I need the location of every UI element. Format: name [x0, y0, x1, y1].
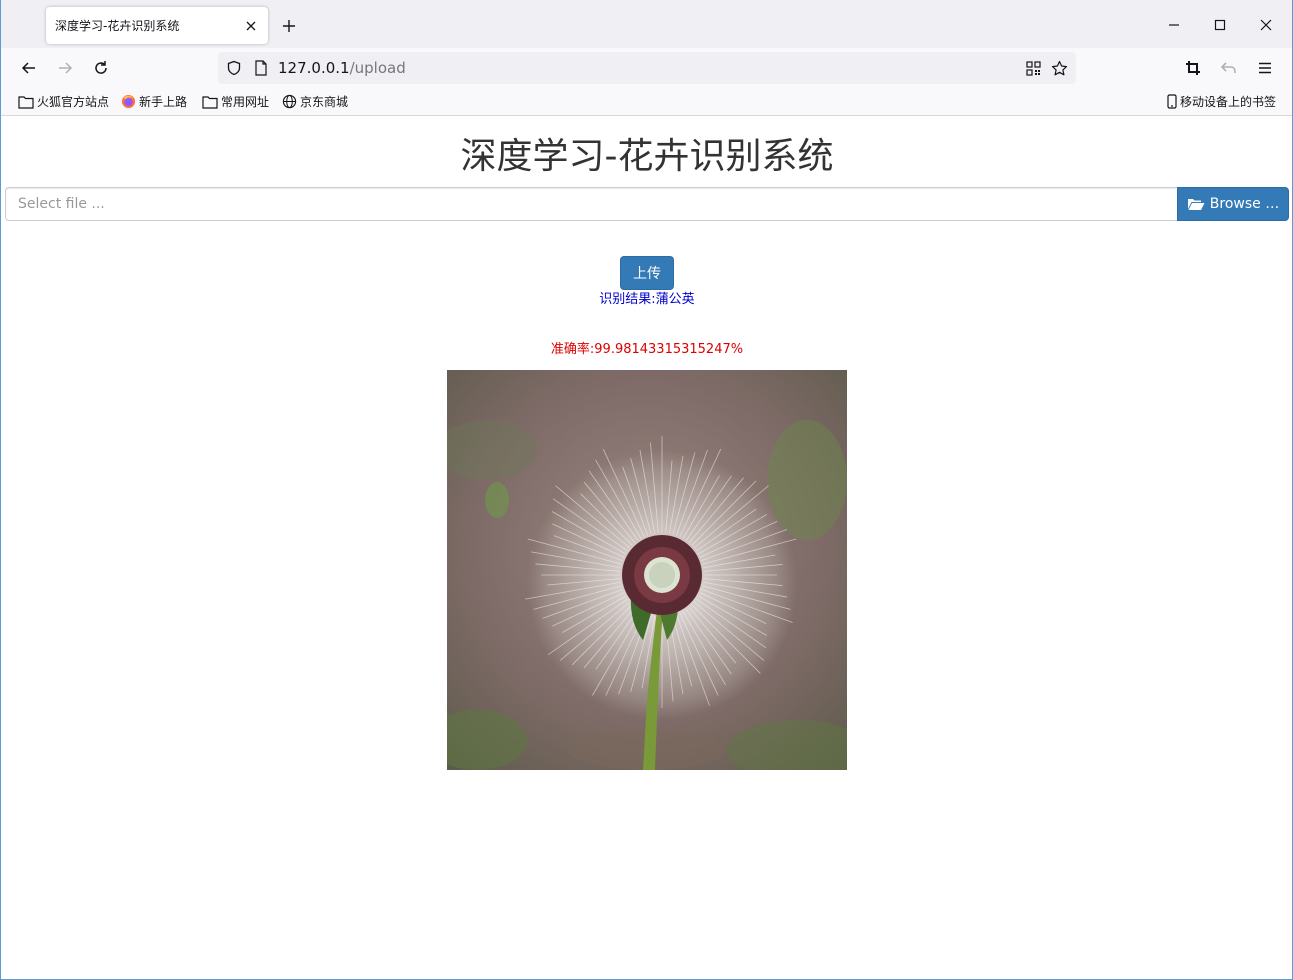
browse-button[interactable]: Browse … — [1177, 187, 1289, 221]
maximize-icon[interactable] — [1207, 12, 1233, 38]
recognition-result: 识别结果:蒲公英 — [599, 292, 695, 307]
bookmark-label: 新手上路 — [139, 95, 188, 109]
page-title: 深度学习-花卉识别系统 — [460, 136, 834, 177]
globe-icon — [282, 94, 297, 109]
bookmark-label: 火狐官方站点 — [37, 95, 110, 109]
accuracy-text: 准确率:99.98143315315247% — [550, 342, 744, 357]
navigation-bar: 127.0.0.1/upload — [1, 48, 1292, 88]
address-bar[interactable]: 127.0.0.1/upload — [218, 52, 1076, 84]
bookmark-item[interactable]: 常用网址 — [202, 93, 269, 110]
bookmark-label: 京东商城 — [300, 95, 349, 109]
folder-icon — [18, 95, 34, 109]
tab-title: 深度学习-花卉识别系统 — [55, 19, 180, 33]
page-content: 深度学习-花卉识别系统 Select file ... Browse … 上传 … — [5, 117, 1289, 973]
browse-button-label: Browse … — [1209, 196, 1280, 212]
minimize-icon[interactable] — [1161, 12, 1187, 38]
mobile-device-icon — [1167, 94, 1177, 109]
close-tab-icon[interactable] — [240, 15, 262, 37]
shield-icon[interactable] — [223, 57, 245, 79]
forward-arrow-icon[interactable] — [51, 54, 79, 82]
crop-screenshot-icon[interactable] — [1179, 54, 1207, 82]
tab-active[interactable]: 深度学习-花卉识别系统 — [46, 7, 268, 44]
bookmark-item[interactable]: 京东商城 — [282, 93, 348, 110]
undo-close-icon[interactable] — [1215, 54, 1243, 82]
reload-icon[interactable] — [87, 54, 115, 82]
bookmarks-toolbar: 火狐官方站点 新手上路 常用网址 京东商城 移动设备上的书签 — [1, 88, 1292, 116]
close-window-icon[interactable] — [1253, 12, 1279, 38]
folder-icon — [202, 95, 218, 109]
page-icon — [250, 57, 272, 79]
bookmark-item[interactable]: 新手上路 — [121, 93, 187, 110]
url-path: /upload — [349, 59, 406, 77]
star-bookmark-icon[interactable] — [1046, 55, 1072, 81]
firefox-icon — [121, 94, 136, 109]
bookmark-item[interactable]: 火狐官方站点 — [18, 93, 109, 110]
back-arrow-icon[interactable] — [15, 54, 43, 82]
bookmark-label: 常用网址 — [221, 95, 270, 109]
url-text[interactable]: 127.0.0.1/upload — [278, 59, 1020, 77]
browser-window: 深度学习-花卉识别系统 127.0.0.1/upload 火狐官方站点 新手上路… — [0, 0, 1293, 980]
url-host: 127.0.0.1 — [278, 59, 350, 77]
qr-code-icon[interactable] — [1020, 55, 1046, 81]
upload-button[interactable]: 上传 — [620, 256, 674, 290]
mobile-bookmarks[interactable]: 移动设备上的书签 — [1167, 93, 1276, 110]
file-input[interactable]: Select file ... — [5, 187, 1177, 221]
file-input-group: Select file ... Browse … — [5, 187, 1289, 221]
menu-hamburger-icon[interactable] — [1251, 54, 1279, 82]
tab-strip: 深度学习-花卉识别系统 — [1, 0, 1292, 48]
new-tab-icon[interactable] — [277, 14, 301, 38]
mobile-bookmarks-label: 移动设备上的书签 — [1180, 95, 1277, 109]
flower-image — [447, 370, 847, 770]
folder-open-icon — [1187, 199, 1205, 210]
